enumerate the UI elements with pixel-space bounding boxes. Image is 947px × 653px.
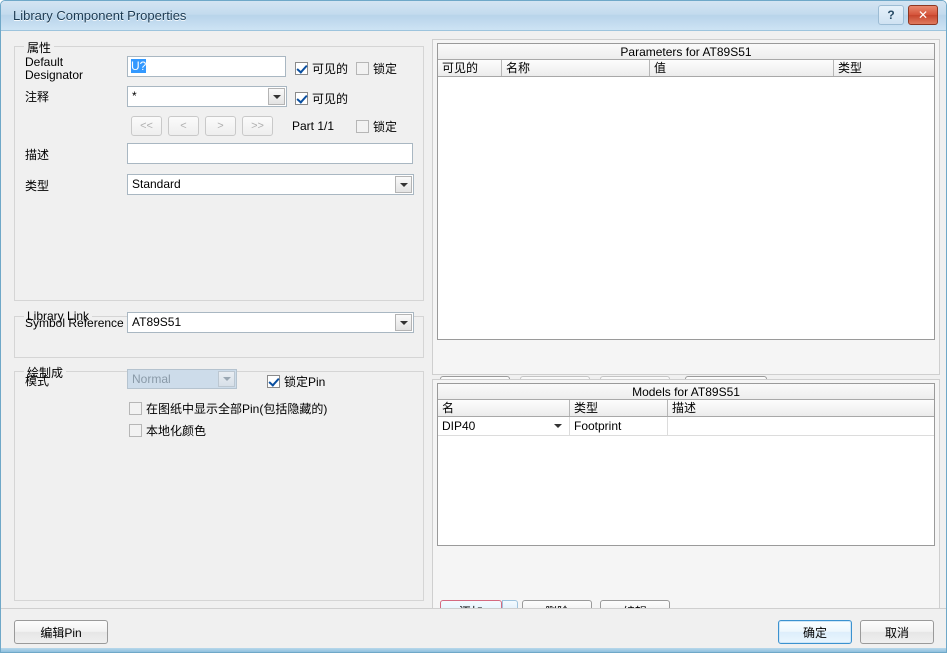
parameters-column-type[interactable]: 类型 — [834, 60, 934, 76]
parameters-column-visible[interactable]: 可见的 — [438, 60, 502, 76]
parameters-table-body[interactable] — [438, 77, 934, 339]
local-colors-label: 本地化颜色 — [146, 424, 207, 438]
default-designator-label-line2: Designator — [25, 68, 84, 82]
nav-next-button[interactable]: > — [205, 116, 236, 136]
comment-visible-checkbox[interactable]: 可见的 — [295, 90, 348, 107]
parameters-column-value[interactable]: 值 — [650, 60, 834, 76]
type-label: 类型 — [25, 179, 50, 193]
default-designator-input[interactable]: U? — [127, 56, 286, 77]
symbol-reference-value: AT89S51 — [132, 315, 182, 329]
table-row[interactable]: DIP40 Footprint — [438, 417, 934, 435]
lock-pins-label: 锁定Pin — [284, 375, 326, 389]
properties-group-title: 属性 — [24, 39, 55, 56]
symbol-reference-label: Symbol Reference — [25, 316, 124, 330]
comment-visible-label: 可见的 — [312, 92, 349, 106]
comment-combo[interactable]: * — [127, 86, 287, 107]
checkbox-box — [267, 375, 280, 388]
parameters-header-row: 可见的 名称 值 类型 — [438, 60, 934, 77]
show-all-pins-checkbox[interactable]: 在图纸中显示全部Pin(包括隐藏的) — [129, 400, 327, 417]
mode-value: Normal — [132, 372, 171, 386]
checkbox-box — [356, 120, 369, 133]
designator-visible-label: 可见的 — [312, 62, 349, 76]
models-column-name[interactable]: 名 — [438, 400, 570, 416]
client-area: 属性 Default Designator U? 可见的 锁定 注释 * 可见的… — [1, 31, 946, 652]
title-bar: Library Component Properties ? ✕ — [1, 1, 946, 31]
models-column-description[interactable]: 描述 — [668, 400, 934, 416]
mode-combo[interactable]: Normal — [127, 369, 237, 389]
models-header-row: 名 类型 描述 — [438, 400, 934, 417]
part-locked-label: 锁定 — [373, 120, 398, 134]
checkbox-box — [356, 62, 369, 75]
models-caption: Models for AT89S51 — [438, 384, 934, 400]
nav-first-button[interactable]: << — [131, 116, 162, 136]
footer-bar: 编辑Pin 确定 取消 — [1, 608, 946, 652]
local-colors-checkbox[interactable]: 本地化颜色 — [129, 422, 206, 439]
cancel-button[interactable]: 取消 — [860, 620, 934, 644]
part-locked-checkbox[interactable]: 锁定 — [356, 118, 397, 135]
chevron-down-icon[interactable] — [395, 176, 412, 193]
ok-button[interactable]: 确定 — [778, 620, 852, 644]
parameters-table[interactable]: Parameters for AT89S51 可见的 名称 值 类型 — [437, 43, 935, 340]
help-icon[interactable]: ? — [878, 5, 904, 25]
models-cell-type[interactable]: Footprint — [570, 417, 668, 435]
nav-prev-button[interactable]: < — [168, 116, 199, 136]
edit-pins-button[interactable]: 编辑Pin — [14, 620, 108, 644]
designator-visible-checkbox[interactable]: 可见的 — [295, 60, 348, 77]
show-all-pins-label: 在图纸中显示全部Pin(包括隐藏的) — [146, 402, 328, 416]
description-label: 描述 — [25, 148, 50, 162]
default-designator-label: Default Designator — [25, 56, 83, 82]
checkbox-box — [295, 62, 308, 75]
designator-locked-checkbox[interactable]: 锁定 — [356, 60, 397, 77]
default-designator-label-line1: Default — [25, 55, 64, 69]
models-table[interactable]: Models for AT89S51 名 类型 描述 DIP40 Footpri… — [437, 383, 935, 546]
comment-value: * — [132, 89, 137, 103]
chevron-down-icon[interactable] — [218, 371, 235, 387]
row-divider — [438, 435, 934, 436]
default-designator-value: U? — [131, 59, 147, 73]
checkbox-box — [129, 402, 142, 415]
checkbox-box — [129, 424, 142, 437]
mode-label: 模式 — [25, 374, 50, 388]
nav-last-button[interactable]: >> — [242, 116, 273, 136]
designator-locked-label: 锁定 — [373, 62, 398, 76]
models-table-body[interactable]: DIP40 Footprint — [438, 417, 934, 545]
parameters-caption: Parameters for AT89S51 — [438, 44, 934, 60]
models-cell-description[interactable] — [668, 417, 934, 435]
type-combo[interactable]: Standard — [127, 174, 414, 195]
window-bottom-edge — [1, 648, 946, 652]
type-value: Standard — [132, 177, 181, 191]
description-input[interactable] — [127, 143, 413, 164]
checkbox-box — [295, 92, 308, 105]
chevron-down-icon[interactable] — [268, 88, 285, 105]
chevron-down-icon[interactable] — [395, 314, 412, 331]
close-icon[interactable]: ✕ — [908, 5, 938, 25]
models-row-chevron-down-icon[interactable] — [550, 418, 565, 434]
parameters-column-name[interactable]: 名称 — [502, 60, 650, 76]
models-column-type[interactable]: 类型 — [570, 400, 668, 416]
lock-pins-checkbox[interactable]: 锁定Pin — [267, 373, 325, 390]
symbol-reference-combo[interactable]: AT89S51 — [127, 312, 414, 333]
part-indicator: Part 1/1 — [292, 119, 335, 133]
dialog-window: Library Component Properties ? ✕ 属性 Defa… — [0, 0, 947, 653]
comment-label: 注释 — [25, 90, 50, 104]
window-title: Library Component Properties — [13, 8, 187, 23]
